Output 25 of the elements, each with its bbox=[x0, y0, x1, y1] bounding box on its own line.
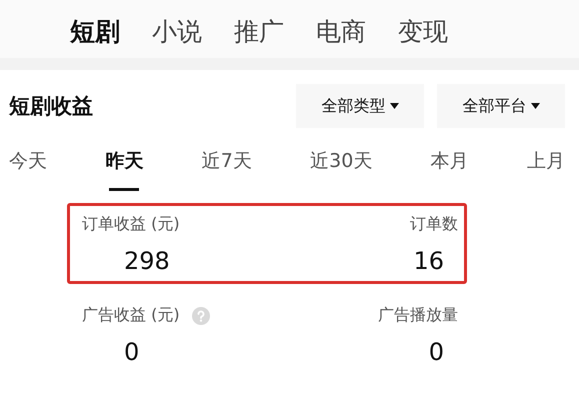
caret-icon bbox=[390, 103, 398, 109]
section-title: 短剧收益 bbox=[9, 93, 93, 120]
period-tab[interactable]: 上月 bbox=[527, 148, 565, 191]
filter-dropdown[interactable]: 全部类型 bbox=[296, 84, 424, 128]
period-tab[interactable]: 今天 bbox=[9, 148, 47, 191]
period-tab[interactable]: 本月 bbox=[430, 148, 469, 191]
period-tab[interactable]: 昨天 bbox=[105, 148, 144, 191]
period-tab[interactable]: 近30天 bbox=[310, 148, 372, 191]
category-tab[interactable]: 短剧 bbox=[70, 14, 120, 48]
help-icon[interactable] bbox=[192, 306, 210, 324]
filter-dropdown[interactable]: 全部平台 bbox=[437, 84, 565, 128]
category-tab[interactable]: 变现 bbox=[398, 14, 448, 48]
metric-value: 16 bbox=[413, 247, 445, 275]
category-tab[interactable]: 推广 bbox=[234, 14, 284, 48]
metric-value: 0 bbox=[428, 338, 445, 366]
metric-label: 订单收益 (元) bbox=[82, 214, 180, 235]
caret-icon bbox=[530, 103, 540, 109]
category-tab[interactable]: 电商 bbox=[316, 14, 366, 48]
metric-value: 298 bbox=[123, 247, 171, 275]
metric-value: 0 bbox=[123, 338, 140, 366]
metric-label: 订单数 bbox=[410, 214, 458, 235]
metric-label: 广告收益 (元) bbox=[82, 305, 180, 326]
category-tab[interactable]: 小说 bbox=[152, 14, 202, 48]
period-tab[interactable]: 近7天 bbox=[202, 148, 252, 191]
metric-label: 广告播放量 bbox=[378, 305, 458, 326]
